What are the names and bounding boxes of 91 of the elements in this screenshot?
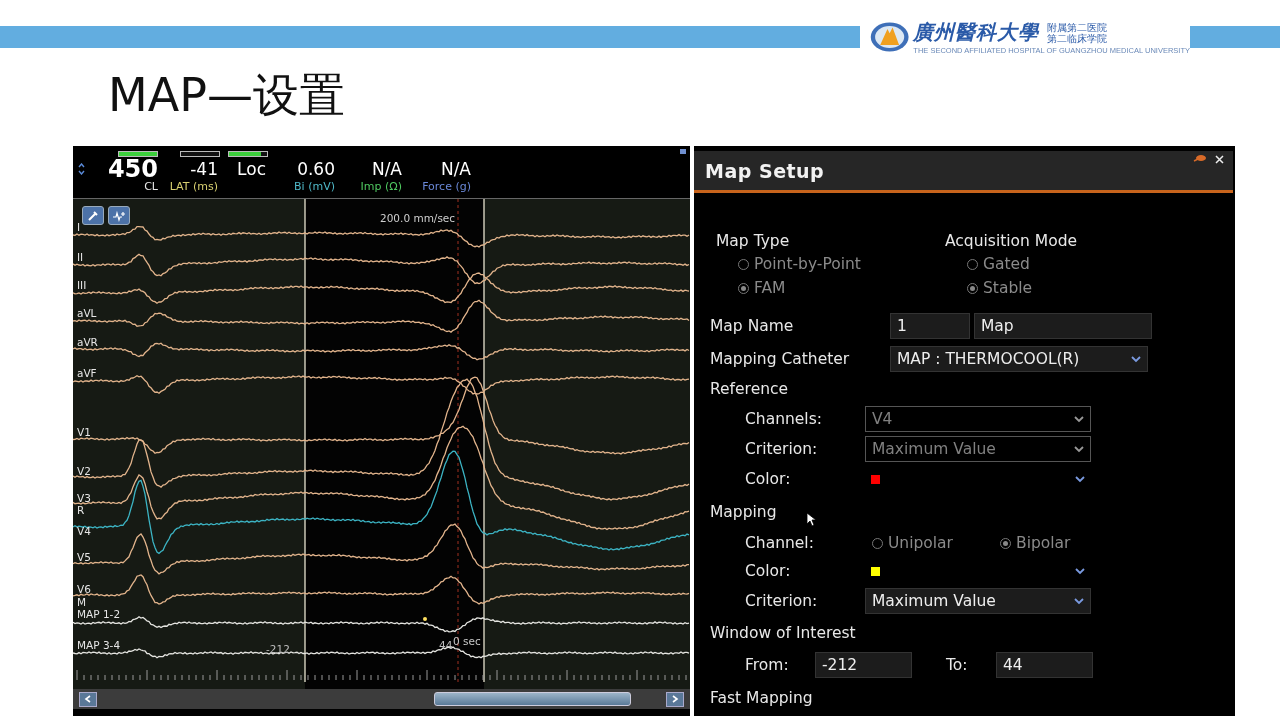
from-field[interactable]: -212	[815, 652, 912, 678]
indicator-value: 0.60	[297, 158, 335, 180]
radio-label: FAM	[754, 279, 786, 297]
radio-option[interactable]: Point-by-Point	[716, 252, 945, 276]
to-field[interactable]: 44	[996, 652, 1093, 678]
up-down-icon[interactable]	[78, 163, 85, 175]
radio-option[interactable]: Unipolar	[850, 531, 978, 555]
chevron-down-icon	[1075, 567, 1085, 575]
lead-label: V5	[77, 551, 91, 563]
lead-label: R	[77, 504, 85, 516]
scroll-thumb[interactable]	[434, 692, 631, 706]
pin-icon[interactable]	[1193, 154, 1207, 162]
window-start-label: -212	[266, 643, 290, 655]
lead-label: V2	[77, 465, 91, 477]
scrollbar[interactable]	[73, 689, 690, 709]
lead-label: MAP 3-4	[77, 639, 121, 651]
tools-icon[interactable]	[82, 206, 104, 225]
logo-subtitle: 第二临床学院	[1047, 32, 1108, 44]
catheter-dropdown[interactable]: MAP : THERMOCOOL(R)	[890, 346, 1148, 372]
indicator-label: Force (g)	[422, 180, 471, 193]
lead-label: V3	[77, 492, 91, 504]
lead-label: aVF	[77, 367, 97, 379]
scroll-right-button[interactable]	[666, 691, 684, 707]
quality-bar	[228, 151, 268, 157]
field-label: Channel:	[745, 534, 815, 552]
speed-label: 200.0 mm/sec	[380, 212, 456, 224]
radio-label: Stable	[983, 279, 1033, 297]
field-label: Criterion:	[745, 440, 819, 458]
radio-option[interactable]: Bipolar	[978, 531, 1071, 555]
slide-title: MAP—设置	[108, 67, 346, 124]
mouse-pointer-icon	[806, 512, 817, 527]
indicator-value: Loc	[237, 158, 266, 180]
scroll-left-button[interactable]	[79, 691, 97, 707]
indicator-value: N/A	[371, 158, 402, 180]
chevron-down-icon	[1075, 475, 1085, 483]
lead-label: M	[77, 596, 87, 608]
lead-label: V4	[77, 525, 91, 537]
field-label: Color:	[745, 470, 792, 488]
map-number-field[interactable]: 1	[890, 313, 970, 339]
lead-label: V6	[77, 583, 91, 595]
window-end-label: 44	[439, 639, 453, 651]
indicator-label: CL	[144, 180, 158, 193]
dropdown-field[interactable]: Maximum Value	[865, 588, 1091, 614]
section-label: Acquisition Mode	[945, 231, 1079, 252]
radio-label: Gated	[983, 255, 1030, 273]
field-label: Channels:	[745, 410, 823, 428]
indicator-label: Imp (Ω)	[360, 180, 402, 193]
field-label: Color:	[745, 562, 792, 580]
lead-label: II	[77, 251, 84, 263]
section-label: Map Type	[716, 231, 791, 252]
chevron-right-icon	[671, 695, 679, 703]
close-icon[interactable]	[1215, 155, 1224, 164]
radio-label: Bipolar	[1016, 534, 1071, 552]
field-label: Mapping Catheter	[710, 350, 851, 368]
field-label: From:	[745, 656, 790, 674]
lead-label: V1	[77, 426, 91, 438]
field-label: Criterion:	[745, 592, 819, 610]
logo-subtitle: 附属第二医院	[1047, 21, 1108, 33]
lead-label: I	[77, 221, 81, 233]
section-label: Window of Interest	[710, 623, 856, 644]
field-label: Map Name	[710, 317, 795, 335]
chevron-down-icon	[1074, 415, 1084, 423]
radio-label: Point-by-Point	[754, 255, 861, 273]
section-label: Fast Mapping	[710, 688, 813, 709]
radio-option[interactable]: Stable	[945, 276, 1233, 300]
indicator-value: 450	[107, 158, 158, 180]
lead-label: aVR	[77, 336, 98, 348]
chevron-down-icon	[1074, 445, 1084, 453]
quality-bar	[118, 151, 158, 157]
indicator-label: Bi (mV)	[294, 180, 335, 193]
radio-option[interactable]: Gated	[945, 252, 1233, 276]
quality-bar	[180, 151, 220, 157]
add-signal-icon[interactable]	[108, 206, 130, 225]
radio-option[interactable]: FAM	[716, 276, 945, 300]
time-marker: 0 sec	[453, 635, 481, 647]
indicator-value: N/A	[440, 158, 471, 180]
chevron-down-icon	[1074, 597, 1084, 605]
field-label: To:	[945, 656, 969, 674]
chevron-down-icon	[1131, 355, 1141, 363]
lead-label: MAP 1-2	[77, 608, 121, 620]
chevron-left-icon	[84, 695, 92, 703]
map-name-field[interactable]: Map	[974, 313, 1152, 339]
section-label: Reference	[710, 379, 789, 400]
indicator-label: LAT (ms)	[169, 180, 218, 193]
indicator-value: -41	[190, 158, 218, 180]
lead-label: III	[77, 279, 87, 291]
dialog-title: Map Setup	[705, 159, 825, 182]
logo-name: 廣州醫科大學	[913, 19, 1040, 46]
section-label: Mapping	[710, 502, 777, 523]
radio-label: Unipolar	[888, 534, 953, 552]
lead-label: aVL	[77, 307, 97, 319]
